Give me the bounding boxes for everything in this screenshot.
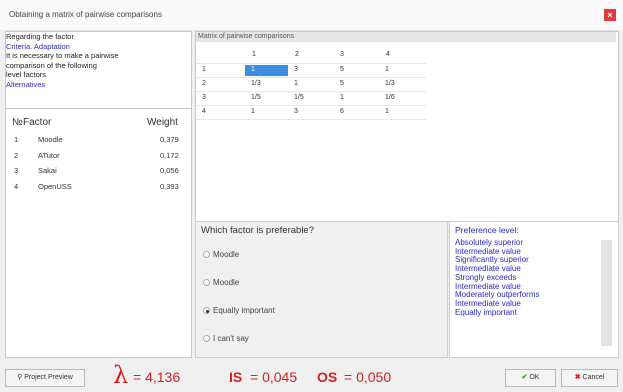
grid-line: [196, 77, 426, 78]
factor-num: 4: [14, 182, 19, 191]
cross-icon: ✖: [574, 374, 581, 381]
lambda-symbol: λ: [113, 361, 129, 389]
factor-weight: 0,172: [160, 151, 179, 160]
question-title: Which factor is preferable?: [201, 225, 314, 236]
matrix-cell[interactable]: 1/5: [251, 94, 261, 101]
grid-line: [196, 105, 426, 106]
info-line: level factors: [6, 70, 47, 79]
matrix-cell[interactable]: 1: [251, 108, 255, 115]
matrix-col-header: 3: [340, 51, 344, 58]
window-title: Obtaining a matrix of pairwise compariso…: [9, 10, 162, 19]
matrix-cell[interactable]: 3: [294, 108, 298, 115]
matrix-row-header: 3: [202, 94, 206, 101]
lambda-value: = 4,136: [133, 369, 181, 385]
info-line: It is necessary to make a pairwise: [6, 51, 119, 60]
matrix-cell[interactable]: 5: [340, 66, 344, 73]
matrix-col-header: 2: [295, 51, 299, 58]
option-radio[interactable]: [203, 335, 210, 342]
option-radio[interactable]: [203, 251, 210, 258]
matrix-title: Matrix of pairwise comparisons: [196, 32, 616, 42]
is-value: = 0,045: [250, 369, 298, 385]
option-radio[interactable]: [203, 279, 210, 286]
option-label[interactable]: Moodle: [213, 278, 239, 287]
grid-line: [196, 119, 426, 120]
col-header-factor: Factor: [23, 117, 52, 128]
matrix-cell[interactable]: 1: [251, 66, 255, 73]
factor-info: Regarding the factor Criteria. Adaptatio…: [6, 32, 188, 89]
matrix-cell[interactable]: 1: [385, 66, 389, 73]
preference-title: Preference level:: [455, 225, 519, 235]
factor-weight: 0,056: [160, 166, 179, 175]
matrix-col-header: 4: [386, 51, 390, 58]
factor-num: 2: [14, 151, 19, 160]
os-value: = 0,050: [344, 369, 392, 385]
factor-weight: 0,379: [160, 135, 179, 144]
preference-scrollbar[interactable]: [601, 240, 612, 346]
matrix-cell[interactable]: 1/6: [385, 94, 395, 101]
preference-list: Absolutely superior Intermediate value S…: [455, 238, 539, 318]
matrix-cell[interactable]: 1: [340, 94, 344, 101]
option-radio-selected[interactable]: [203, 307, 210, 314]
matrix-cell[interactable]: 1: [385, 108, 389, 115]
factor-num: 3: [14, 166, 19, 175]
option-label[interactable]: Moodle: [213, 250, 239, 259]
col-header-num: №: [12, 117, 23, 128]
matrix-cell[interactable]: 3: [294, 66, 298, 73]
info-line: Regarding the factor: [6, 32, 74, 41]
project-preview-button[interactable]: ⚲ Project Preview: [5, 369, 85, 387]
matrix-cell[interactable]: 5: [340, 80, 344, 87]
matrix-cell[interactable]: 6: [340, 108, 344, 115]
factor-name[interactable]: OpenUSS: [38, 182, 72, 191]
matrix-row-header: 1: [202, 66, 206, 73]
option-label[interactable]: Equally important: [213, 306, 275, 315]
option-label[interactable]: I can't say: [213, 334, 249, 343]
matrix-panel: [195, 31, 619, 222]
ok-label: OK: [529, 374, 540, 381]
magnifier-icon: ⚲: [17, 374, 23, 381]
grid-line: [196, 63, 426, 64]
os-label: OS: [317, 369, 338, 385]
info-line: comparison of the following: [6, 60, 97, 70]
criteria-line: Criteria. Adaptation: [6, 41, 70, 51]
matrix-col-header: 1: [252, 51, 256, 58]
cancel-button[interactable]: ✖ Cancel: [561, 369, 618, 387]
grid-line: [196, 91, 426, 92]
matrix-cell[interactable]: 1: [294, 80, 298, 87]
col-header-weight: Weight: [147, 117, 178, 128]
matrix-cell[interactable]: 1/3: [251, 80, 261, 87]
checkmark-icon: ✔: [521, 374, 528, 381]
project-preview-label: Project Preview: [24, 374, 73, 381]
is-label: IS: [229, 369, 243, 385]
factor-name[interactable]: ATutor: [38, 151, 60, 160]
preference-level[interactable]: Equally important: [455, 308, 539, 318]
factor-num: 1: [14, 135, 19, 144]
matrix-cell[interactable]: 1/5: [294, 94, 304, 101]
divider: [5, 108, 192, 109]
ok-button[interactable]: ✔ OK: [505, 369, 556, 387]
matrix-row-header: 4: [202, 108, 206, 115]
factor-name[interactable]: Sakai: [38, 166, 57, 175]
cancel-label: Cancel: [582, 374, 605, 381]
factor-name[interactable]: Moodle: [38, 135, 63, 144]
matrix-cell[interactable]: 1/3: [385, 80, 395, 87]
matrix-row-header: 2: [202, 80, 206, 87]
close-button[interactable]: ×: [604, 9, 616, 21]
alternatives-link[interactable]: Alternatives: [6, 80, 188, 90]
factor-weight: 0,393: [160, 182, 179, 191]
